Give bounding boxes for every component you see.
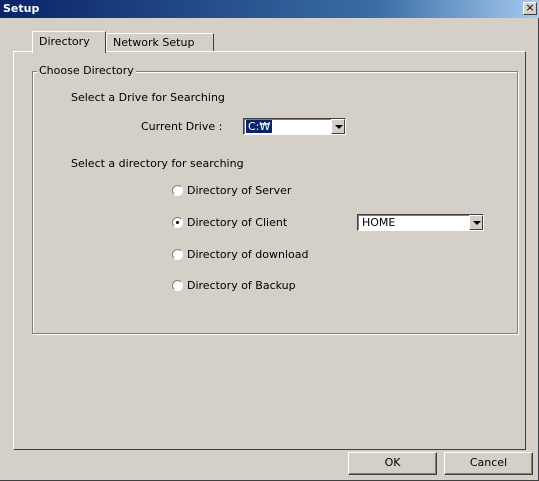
directory-section-label: Select a directory for searching — [71, 157, 244, 170]
setup-dialog: Setup × Directory Network Setup Choose D… — [0, 0, 539, 481]
drive-select[interactable]: C:₩ — [243, 118, 346, 135]
chevron-down-icon[interactable] — [331, 119, 345, 134]
cancel-button[interactable]: Cancel — [444, 452, 533, 475]
chevron-down-icon[interactable] — [469, 215, 483, 230]
tab-directory-label: Directory — [39, 35, 90, 48]
drive-section-label: Select a Drive for Searching — [71, 91, 225, 104]
current-drive-label: Current Drive : — [141, 120, 223, 133]
group-legend: Choose Directory — [37, 64, 136, 77]
radio-button[interactable] — [172, 217, 183, 228]
choose-directory-group — [32, 71, 518, 334]
radio-button[interactable] — [172, 185, 183, 196]
close-icon: × — [525, 1, 535, 14]
window-title: Setup — [3, 2, 40, 15]
radio-button[interactable] — [172, 249, 183, 260]
client-directory-value: HOME — [362, 216, 396, 229]
radio-label: Directory of Server — [187, 184, 292, 197]
radio-label: Directory of Backup — [187, 279, 296, 292]
drive-select-value: C:₩ — [246, 120, 273, 133]
close-button[interactable]: × — [523, 1, 537, 15]
tab-network-setup-label: Network Setup — [113, 36, 195, 49]
tab-network-setup[interactable]: Network Setup — [106, 33, 214, 52]
title-bar[interactable]: Setup × — [0, 0, 539, 18]
radio-button[interactable] — [172, 280, 183, 291]
radio-label: Directory of download — [187, 248, 309, 261]
client-directory-select[interactable]: HOME — [357, 214, 484, 231]
ok-button[interactable]: OK — [348, 452, 437, 475]
radio-label: Directory of Client — [187, 216, 288, 229]
tab-directory[interactable]: Directory — [32, 31, 106, 53]
